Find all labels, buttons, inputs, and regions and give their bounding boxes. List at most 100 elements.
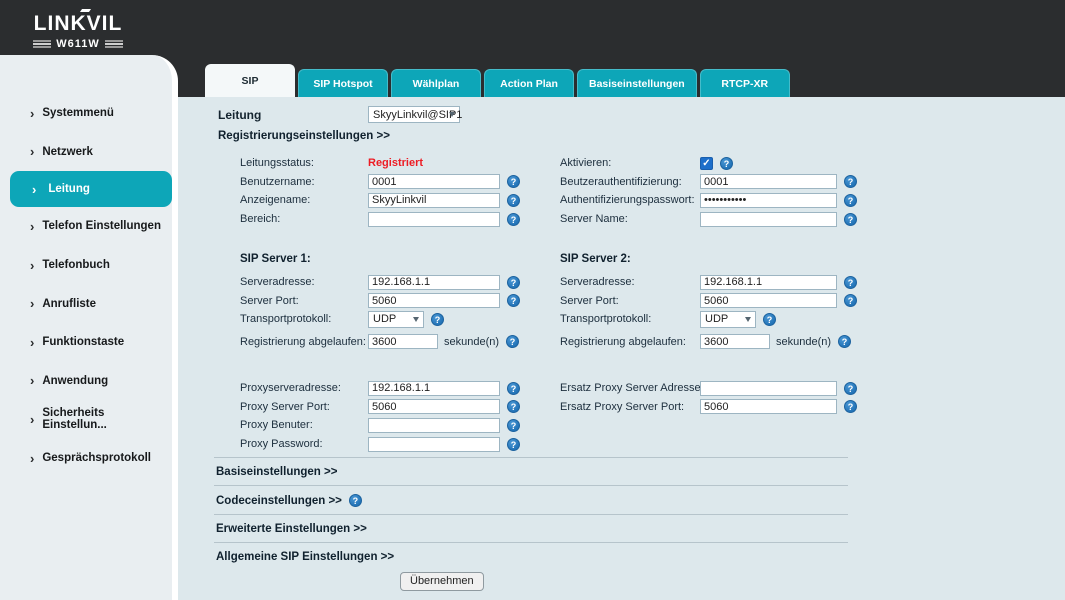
proxyserveradresse-label: Proxyserveradresse:	[240, 382, 368, 394]
sip-server-1-title: SIP Server 1:	[240, 253, 520, 265]
help-icon[interactable]	[844, 400, 857, 413]
sidebar-item-label: Gesprächsprotokoll	[42, 452, 151, 464]
help-icon[interactable]	[763, 313, 776, 326]
beutzerauthentifizierung-input[interactable]	[700, 174, 837, 189]
help-icon[interactable]	[507, 438, 520, 451]
tab-basiseinstellungen[interactable]: Basiseinstellungen	[577, 69, 697, 97]
transport-2-value: UDP	[705, 313, 728, 325]
sidebar-item-netzwerk[interactable]: › Netzwerk	[0, 133, 172, 172]
collapsed-sections: Basiseinstellungen >> Codeceinstellungen…	[214, 457, 848, 570]
authentifizierungspasswort-label: Authentifizierungspasswort:	[560, 194, 700, 206]
aktivieren-checkbox[interactable]	[700, 157, 713, 170]
server-port-2-label: Server Port:	[560, 295, 700, 307]
server-port-1-label: Server Port:	[240, 295, 368, 307]
sidebar-item-label: Leitung	[48, 183, 90, 195]
proxy-benuter-input[interactable]	[368, 418, 500, 433]
help-icon[interactable]	[507, 276, 520, 289]
help-icon[interactable]	[844, 194, 857, 207]
chevron-down-icon	[745, 317, 751, 322]
help-icon[interactable]	[507, 294, 520, 307]
brand-logo: LINKVIL W611W	[18, 12, 138, 50]
proxy-password-input[interactable]	[368, 437, 500, 452]
tab-sip[interactable]: SIP	[205, 64, 295, 97]
serveradresse-2-input[interactable]	[700, 275, 837, 290]
section-erweiterte-einstellungen[interactable]: Erweiterte Einstellungen >>	[216, 523, 367, 535]
help-icon[interactable]	[507, 382, 520, 395]
help-icon[interactable]	[844, 213, 857, 226]
server-name-input[interactable]	[700, 212, 837, 227]
help-icon[interactable]	[506, 335, 519, 348]
sidebar-item-funktionstaste[interactable]: › Funktionstaste	[0, 323, 172, 362]
bereich-label: Bereich:	[240, 213, 368, 225]
server-port-2-input[interactable]	[700, 293, 837, 308]
registrierung-abgelaufen-2-label: Registrierung abgelaufen:	[560, 336, 700, 348]
server-port-1-input[interactable]	[368, 293, 500, 308]
apply-button[interactable]: Übernehmen	[400, 572, 484, 591]
leitungsstatus-label: Leitungsstatus:	[240, 157, 368, 169]
serveradresse-1-input[interactable]	[368, 275, 500, 290]
help-icon[interactable]	[507, 419, 520, 432]
transportprotokoll-2-select[interactable]: UDP	[700, 311, 756, 328]
help-icon[interactable]	[844, 276, 857, 289]
page: LINKVIL W611W SIP SIP Hotspot Wählplan A…	[0, 0, 1065, 600]
sekunden-unit-label: sekunde(n)	[776, 336, 831, 348]
anzeigename-input[interactable]	[368, 193, 500, 208]
line-select[interactable]: SkyyLinkvil@SIP1	[368, 106, 460, 123]
sidebar-item-sicherheits-einstellungen[interactable]: › Sicherheits Einstellun...	[0, 400, 172, 439]
transportprotokoll-2-label: Transportprotokoll:	[560, 313, 700, 325]
help-icon[interactable]	[507, 194, 520, 207]
help-icon[interactable]	[507, 213, 520, 226]
help-icon[interactable]	[838, 335, 851, 348]
proxyserveradresse-input[interactable]	[368, 381, 500, 396]
chevron-right-icon: ›	[30, 259, 34, 272]
authentifizierungspasswort-input[interactable]	[700, 193, 837, 208]
section-registrierungseinstellungen[interactable]: Registrierungseinstellungen >>	[218, 130, 390, 142]
sip-server-2-title: SIP Server 2:	[560, 253, 857, 265]
help-icon[interactable]	[507, 175, 520, 188]
tab-sip-hotspot[interactable]: SIP Hotspot	[298, 69, 388, 97]
help-icon[interactable]	[720, 157, 733, 170]
help-icon[interactable]	[349, 494, 362, 507]
sidebar-item-telefon-einstellungen[interactable]: › Telefon Einstellungen	[0, 207, 172, 246]
ersatz-proxy-port-input[interactable]	[700, 399, 837, 414]
transportprotokoll-1-select[interactable]: UDP	[368, 311, 424, 328]
registrierung-abgelaufen-1-input[interactable]	[368, 334, 438, 349]
registrierung-abgelaufen-1-label: Registrierung abgelaufen:	[240, 336, 368, 348]
section-allgemeine-sip-einstellungen[interactable]: Allgemeine SIP Einstellungen >>	[216, 551, 394, 563]
chevron-right-icon: ›	[30, 107, 34, 120]
chevron-right-icon: ›	[32, 183, 36, 196]
chevron-down-icon	[413, 317, 419, 322]
logo-lines-left-icon	[33, 43, 51, 45]
proxy-server-port-label: Proxy Server Port:	[240, 401, 368, 413]
sidebar-item-gespraechsprotokoll[interactable]: › Gesprächsprotokoll	[0, 439, 172, 478]
section-codeceinstellungen[interactable]: Codeceinstellungen >>	[216, 495, 342, 507]
bereich-input[interactable]	[368, 212, 500, 227]
help-icon[interactable]	[844, 382, 857, 395]
brand-model: W611W	[56, 38, 100, 50]
ersatz-proxy-adresse-label: Ersatz Proxy Server Adresse:	[560, 382, 700, 394]
sidebar-item-systemmenu[interactable]: › Systemmenü	[0, 94, 172, 133]
registrierung-abgelaufen-2-input[interactable]	[700, 334, 770, 349]
help-icon[interactable]	[844, 175, 857, 188]
tab-action-plan[interactable]: Action Plan	[484, 69, 574, 97]
brand-name-text: LINKVIL	[34, 12, 123, 35]
tab-waehlplan[interactable]: Wählplan	[391, 69, 481, 97]
benutzername-input[interactable]	[368, 174, 500, 189]
tab-bar: SIP SIP Hotspot Wählplan Action Plan Bas…	[205, 64, 790, 97]
ersatz-proxy-adresse-input[interactable]	[700, 381, 837, 396]
tab-rtcp-xr[interactable]: RTCP-XR	[700, 69, 790, 97]
proxy-server-port-input[interactable]	[368, 399, 500, 414]
chevron-right-icon: ›	[30, 452, 34, 465]
help-icon[interactable]	[507, 400, 520, 413]
help-icon[interactable]	[844, 294, 857, 307]
sidebar-item-anwendung[interactable]: › Anwendung	[0, 362, 172, 401]
transportprotokoll-1-label: Transportprotokoll:	[240, 313, 368, 325]
sidebar-item-leitung[interactable]: › Leitung	[10, 171, 172, 207]
help-icon[interactable]	[431, 313, 444, 326]
sidebar-item-anrufliste[interactable]: › Anrufliste	[0, 284, 172, 323]
ersatz-proxy-port-label: Ersatz Proxy Server Port:	[560, 401, 700, 413]
serveradresse-1-label: Serveradresse:	[240, 276, 368, 288]
sidebar-item-label: Netzwerk	[42, 146, 93, 158]
sidebar-item-telefonbuch[interactable]: › Telefonbuch	[0, 246, 172, 285]
section-basiseinstellungen[interactable]: Basiseinstellungen >>	[216, 466, 337, 478]
